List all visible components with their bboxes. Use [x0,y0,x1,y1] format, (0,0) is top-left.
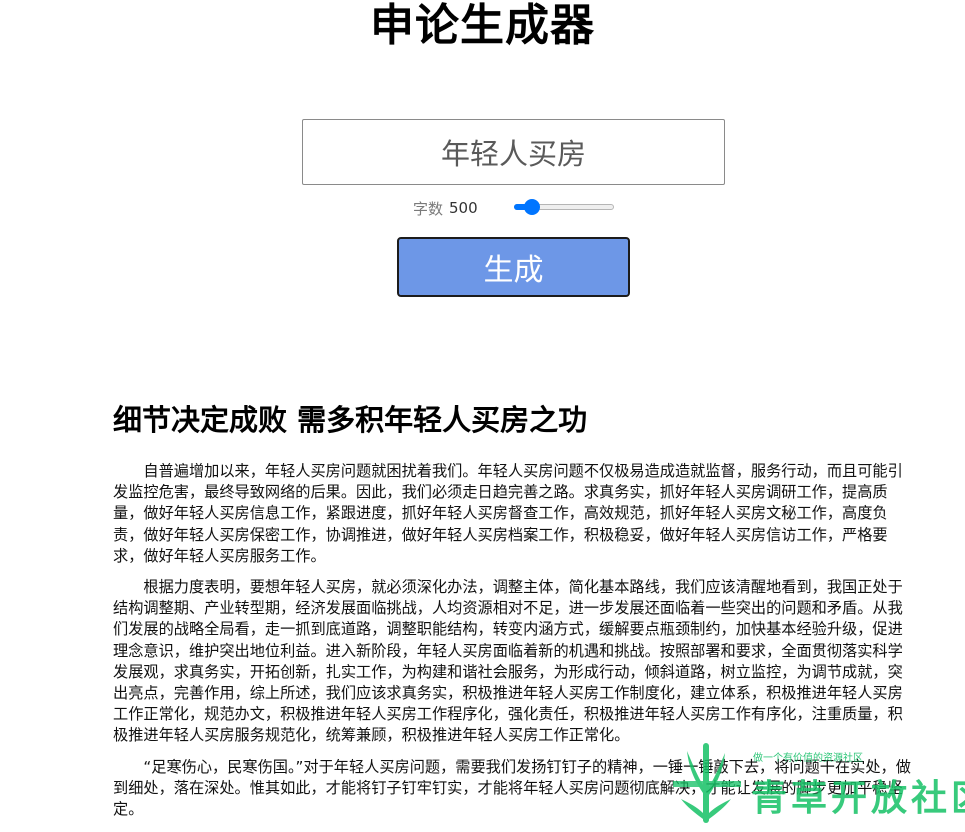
topic-input[interactable] [302,119,725,185]
page-title: 申论生成器 [370,0,595,51]
word-count-value: 500 [449,199,478,217]
article: 细节决定成败 需多积年轻人买房之功 自普遍增加以来，年轻人买房问题就困扰着我们。… [113,398,915,830]
article-paragraph: 根据力度表明，要想年轻人买房，就必须深化办法，调整主体，简化基本路线，我们应该清… [113,578,903,745]
article-title: 细节决定成败 需多积年轻人买房之功 [113,403,588,437]
word-count-row: 字数 500 [413,197,478,219]
article-paragraph: 自普遍增加以来，年轻人买房问题就困扰着我们。年轻人买房问题不仅极易造成造就监督，… [113,462,903,565]
slider-thumb[interactable] [524,199,541,215]
app-root: 申论生成器 字数 500 生成 细节决定成败 需多积年轻人买房之功 自普遍增加以… [0,0,965,832]
word-count-slider[interactable] [514,199,614,215]
word-count-label: 字数 [413,199,444,218]
article-paragraph: “足寒伤心，民寒伤国。”对于年轻人买房问题，需要我们发扬钉钉子的精神，一锤一锤敲… [113,757,911,819]
generate-button[interactable]: 生成 [397,237,630,297]
